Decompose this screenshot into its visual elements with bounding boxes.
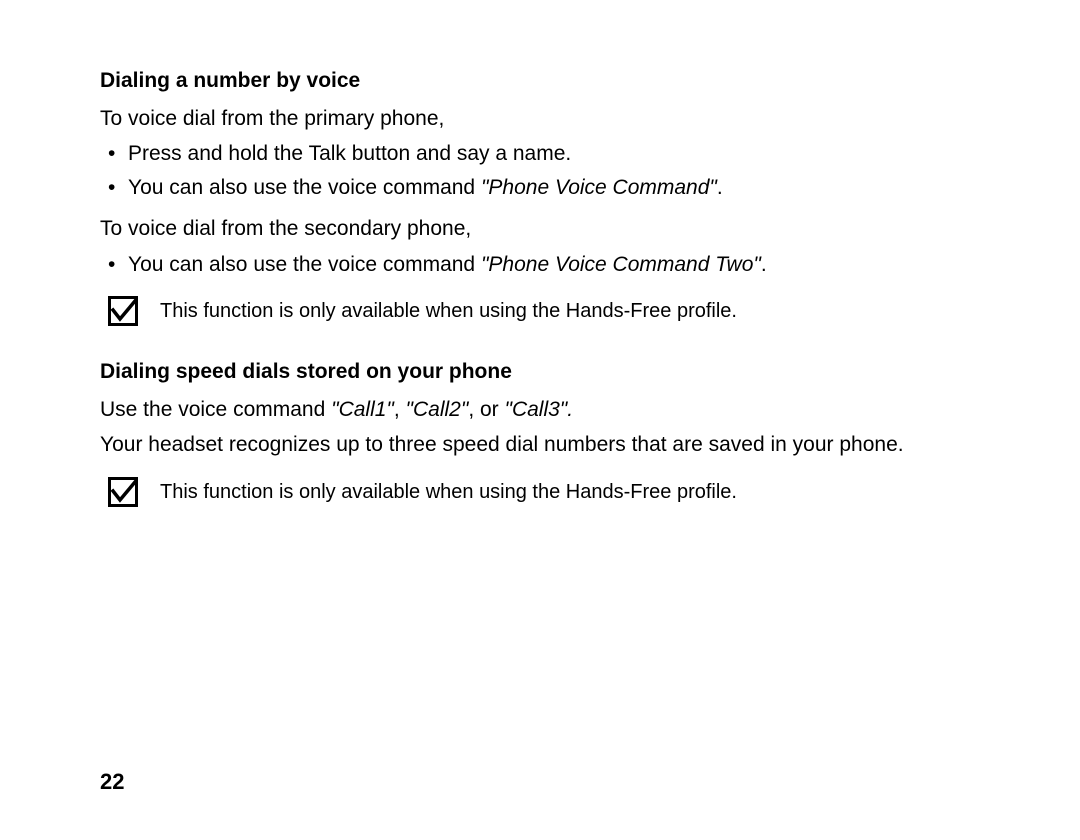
check-icon xyxy=(108,477,138,507)
voice-command-text: "Call3". xyxy=(505,398,574,421)
bullet-text: You can also use the voice command xyxy=(128,176,481,199)
text-fragment: , xyxy=(394,398,406,421)
note-text: This function is only available when usi… xyxy=(160,296,737,326)
page-number: 22 xyxy=(100,765,124,798)
intro-secondary-phone: To voice dial from the secondary phone, xyxy=(100,213,980,245)
voice-command-text: "Phone Voice Command" xyxy=(481,176,717,199)
note-text: This function is only available when usi… xyxy=(160,477,737,507)
bullet-after: . xyxy=(761,253,767,276)
note-row: This function is only available when usi… xyxy=(100,477,980,507)
bullet-item: You can also use the voice command "Phon… xyxy=(128,249,980,281)
voice-command-text: "Phone Voice Command Two" xyxy=(481,253,761,276)
heading-voice-dial: Dialing a number by voice xyxy=(100,65,980,97)
note-row: This function is only available when usi… xyxy=(100,296,980,326)
bullet-item: You can also use the voice command "Phon… xyxy=(128,172,980,204)
speed-dial-line1: Use the voice command "Call1", "Call2", … xyxy=(100,394,980,426)
bullets-secondary: You can also use the voice command "Phon… xyxy=(100,249,980,281)
section-speed-dial: Dialing speed dials stored on your phone… xyxy=(100,356,980,507)
voice-command-text: "Call1" xyxy=(331,398,394,421)
section-voice-dial: Dialing a number by voice To voice dial … xyxy=(100,65,980,326)
text-fragment: Use the voice command xyxy=(100,398,331,421)
bullet-item: Press and hold the Talk button and say a… xyxy=(128,138,980,170)
bullet-text: You can also use the voice command xyxy=(128,253,481,276)
bullet-after: . xyxy=(717,176,723,199)
speed-dial-line2: Your headset recognizes up to three spee… xyxy=(100,429,980,461)
bullets-primary: Press and hold the Talk button and say a… xyxy=(100,138,980,203)
heading-speed-dial: Dialing speed dials stored on your phone xyxy=(100,356,980,388)
voice-command-text: "Call2" xyxy=(406,398,469,421)
text-fragment: , or xyxy=(468,398,504,421)
bullet-text: Press and hold the Talk button and say a… xyxy=(128,142,571,165)
check-icon xyxy=(108,296,138,326)
intro-primary-phone: To voice dial from the primary phone, xyxy=(100,103,980,135)
